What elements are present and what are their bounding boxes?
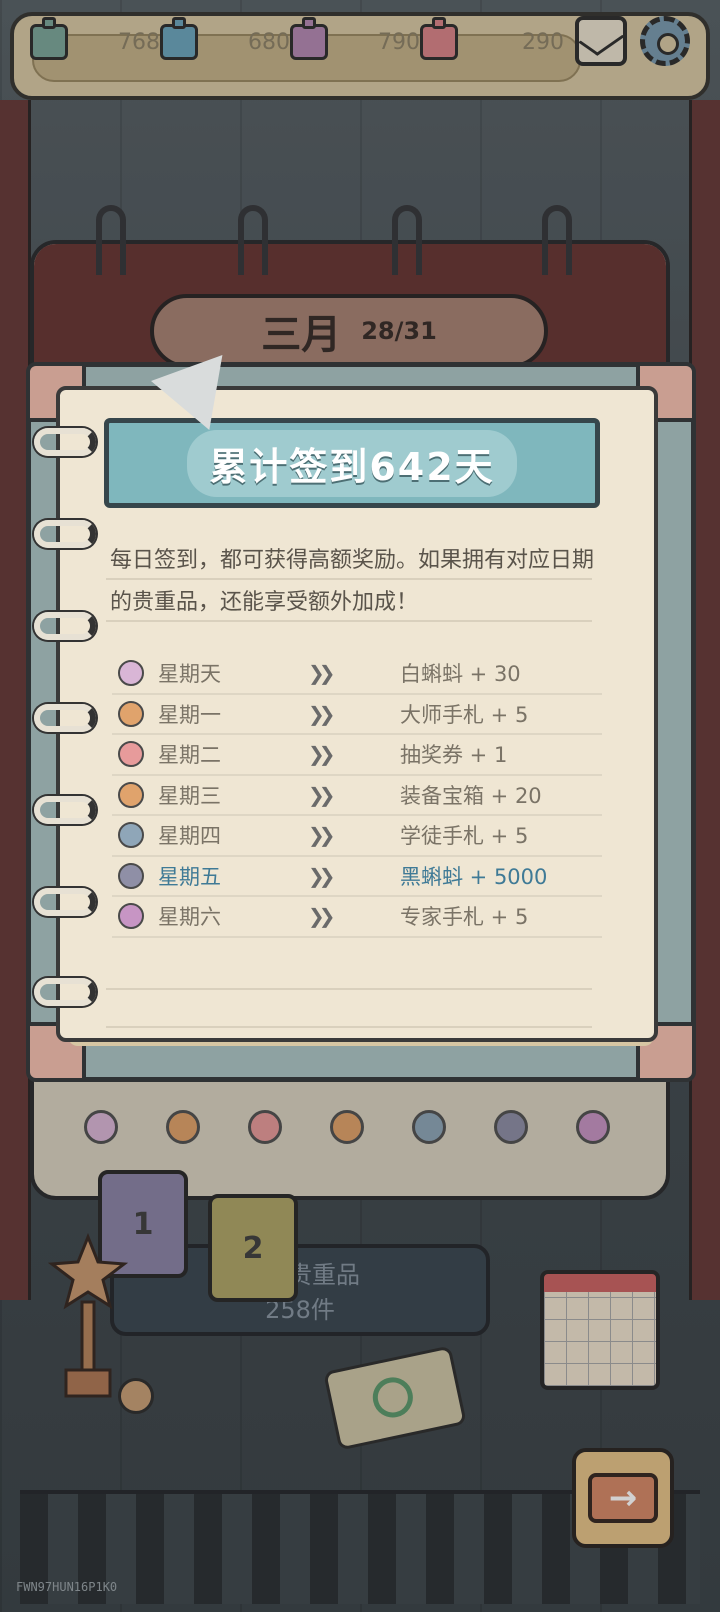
double-chevron-icon: ❯❯ [308,701,336,726]
reward-label: 装备宝箱 + 20 [400,783,542,808]
lottery-ticket-icon [118,741,144,768]
spiral-ring-icon [34,428,96,456]
reward-label: 抽奖券 + 1 [400,743,508,768]
apprentice-notes-icon [118,822,144,849]
reward-label: 大师手札 + 5 [400,702,529,727]
reward-row-monday: 星期一 ❯❯ 大师手札 + 5 [112,695,602,735]
reward-row-tuesday: 星期二 ❯❯ 抽奖券 + 1 [112,735,602,776]
ruled-line [106,1026,592,1028]
weekday-label: 星期三 [158,783,221,808]
ruled-line [106,988,592,990]
ruled-line [106,578,592,580]
weekday-label: 星期一 [158,702,221,727]
ruled-line [106,620,592,622]
weekday-label: 星期天 [158,662,221,687]
reward-label: 黑蝌蚪 + 5000 [400,864,548,889]
banner-pill: 累计签到642天 [187,429,517,497]
reward-row-thursday: 星期四 ❯❯ 学徒手札 + 5 [112,816,602,857]
spiral-ring-icon [34,704,96,732]
spiral-ring-icon [34,978,96,1006]
double-chevron-icon: ❯❯ [308,742,336,767]
master-notes-icon [118,700,144,727]
reward-label: 白蝌蚪 + 30 [400,662,521,687]
spiral-ring-icon [34,612,96,640]
total-signin-text: 累计签到642天 [209,444,495,489]
double-chevron-icon: ❯❯ [308,904,336,929]
weekday-label: 星期六 [158,905,221,930]
tadpole-icon [118,660,144,687]
reward-row-wednesday: 星期三 ❯❯ 装备宝箱 + 20 [112,776,602,816]
spiral-ring-icon [34,520,96,548]
double-chevron-icon: ❯❯ [308,823,336,848]
reward-row-friday: 星期五 ❯❯ 黑蝌蚪 + 5000 [112,857,602,897]
reward-list: 星期天 ❯❯ 白蝌蚪 + 30 星期一 ❯❯ 大师手札 + 5 星期二 ❯❯ 抽… [112,654,602,938]
spiral-ring-icon [34,888,96,916]
reward-label: 专家手札 + 5 [400,905,529,930]
reward-label: 学徒手札 + 5 [400,824,529,849]
double-chevron-icon: ❯❯ [308,863,336,888]
reward-row-saturday: 星期六 ❯❯ 专家手札 + 5 [112,897,602,938]
double-chevron-icon: ❯❯ [308,782,336,807]
treasure-chest-icon [118,781,144,808]
spiral-ring-icon [34,796,96,824]
weekday-label: 星期四 [158,824,221,849]
expert-notes-icon [118,903,144,930]
black-tadpole-icon [118,862,144,889]
double-chevron-icon: ❯❯ [308,661,336,686]
reward-row-sunday: 星期天 ❯❯ 白蝌蚪 + 30 [112,654,602,695]
weekday-label: 星期五 [158,864,221,889]
weekday-label: 星期二 [158,743,221,768]
signin-description: 每日签到，都可获得高额奖励。如果拥有对应日期的贵重品，还能享受额外加成！ [110,548,595,615]
